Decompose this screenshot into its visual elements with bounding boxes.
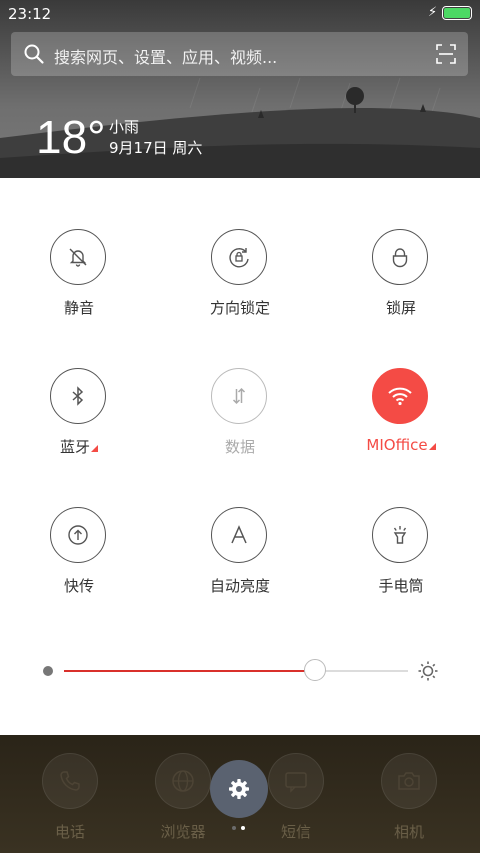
search-placeholder: 搜索网页、设置、应用、视频... [54, 48, 278, 67]
toggle-wifi-label: MIOffice [331, 436, 471, 454]
settings-button[interactable] [210, 760, 268, 818]
auto-brightness-icon [211, 507, 267, 563]
toggle-bluetooth-label: 蓝牙 [9, 436, 149, 457]
toggle-lock-screen-label: 锁屏 [385, 299, 416, 317]
search-bar[interactable]: 搜索网页、设置、应用、视频... [11, 32, 468, 76]
more-indicator-icon [428, 443, 436, 450]
quick-transfer-icon [50, 507, 106, 563]
dock-phone[interactable]: 电话 [20, 735, 120, 845]
page-indicator [232, 826, 252, 832]
bluetooth-icon [50, 368, 106, 424]
brightness-fill [64, 670, 316, 672]
toggle-mute-label: 静音 [63, 299, 94, 317]
wifi-label-text: MIOffice [366, 436, 428, 454]
toggle-quick-transfer[interactable]: 快传 [9, 507, 149, 617]
phone-icon [42, 753, 98, 809]
flashlight-icon [372, 507, 428, 563]
brightness-low-icon [43, 666, 53, 676]
weather-date: 9月17日 周六 [109, 139, 203, 157]
dock-browser-label: 浏览器 [160, 823, 206, 841]
message-icon [268, 753, 324, 809]
rotation-lock-icon [211, 229, 267, 285]
dock-phone-label: 电话 [54, 823, 85, 841]
status-time: 23:12 [8, 5, 52, 23]
globe-icon [155, 753, 211, 809]
toggle-lock-screen[interactable]: 锁屏 [331, 229, 471, 339]
wifi-icon [372, 368, 428, 424]
toggle-wifi[interactable]: MIOffice [331, 368, 471, 478]
toggle-flashlight[interactable]: 手电筒 [331, 507, 471, 617]
toggle-rotation-lock[interactable]: 方向锁定 [170, 229, 310, 339]
camera-icon [381, 753, 437, 809]
toggle-rotation-lock-label: 方向锁定 [209, 299, 270, 317]
sun-icon [418, 661, 438, 681]
brightness-slider[interactable] [64, 659, 408, 681]
battery-icon [442, 6, 472, 20]
bell-off-icon [50, 229, 106, 285]
toggle-auto-brightness[interactable]: 自动亮度 [170, 507, 310, 617]
toggle-flashlight-label: 手电筒 [378, 577, 424, 595]
dock-camera[interactable]: 相机 [359, 735, 459, 845]
page-dot [232, 826, 236, 830]
bluetooth-label-text: 蓝牙 [59, 438, 90, 456]
page-dot-active [241, 826, 245, 830]
toggle-mobile-data[interactable]: 数据 [170, 368, 310, 478]
toggle-mute[interactable]: 静音 [9, 229, 149, 339]
weather-condition: 小雨 [109, 118, 140, 136]
gear-icon [229, 779, 249, 799]
dock-camera-label: 相机 [393, 823, 424, 841]
toggle-mobile-data-label: 数据 [224, 438, 255, 456]
temperature: 18° [36, 111, 106, 163]
more-indicator-icon [91, 445, 98, 452]
toggle-bluetooth[interactable]: 蓝牙 [9, 368, 149, 478]
scan-icon[interactable] [436, 44, 456, 64]
toggle-quick-transfer-label: 快传 [63, 577, 94, 595]
charging-icon: ⚡ [428, 5, 438, 20]
dock-messages-label: 短信 [280, 823, 311, 841]
toggle-auto-brightness-label: 自动亮度 [209, 577, 270, 595]
lock-icon [372, 229, 428, 285]
search-icon [24, 44, 44, 64]
brightness-thumb[interactable] [304, 659, 327, 681]
status-bar: 23:12 ⚡ [0, 0, 480, 28]
data-arrows-icon [211, 368, 267, 424]
weather-header: 23:12 ⚡ 搜索网页、设置、应用、视频... 18° 小雨 9月17日 周六 [0, 0, 480, 178]
